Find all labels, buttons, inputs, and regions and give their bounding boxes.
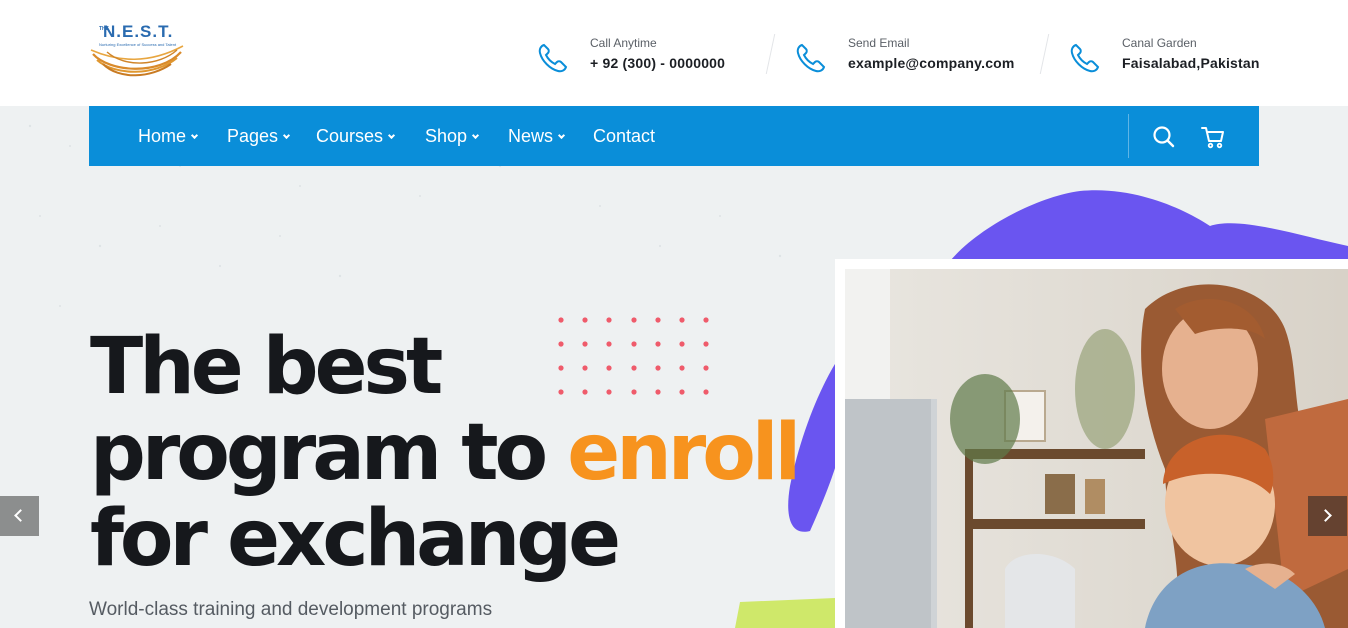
nav-item-home[interactable]: Home xyxy=(138,106,199,166)
hero-subtitle: World-class training and development pro… xyxy=(89,599,493,620)
slider-next-button[interactable] xyxy=(1308,496,1347,536)
nav-item-courses[interactable]: Courses xyxy=(316,106,396,166)
headline-line-1: The best xyxy=(90,322,443,412)
site-header: THE N.E.S.T. Nurturing Excellence of Suc… xyxy=(0,0,1348,106)
search-icon[interactable] xyxy=(1151,124,1177,150)
chevron-left-icon xyxy=(14,509,27,522)
chevron-right-icon xyxy=(1319,509,1332,522)
chevron-down-icon xyxy=(190,131,199,140)
headline-line-2: program to enroll xyxy=(90,408,801,498)
nest-graphic xyxy=(90,45,184,77)
lime-brush-shape xyxy=(735,598,843,628)
nav-item-contact[interactable]: Contact xyxy=(593,106,655,166)
chevron-down-icon xyxy=(387,131,396,140)
hero-headline: The best program to enroll for exchange xyxy=(90,322,801,584)
slider-prev-button[interactable] xyxy=(0,496,39,536)
contact-label: Call Anytime xyxy=(590,36,657,50)
chevron-down-icon xyxy=(283,131,291,140)
divider xyxy=(1039,34,1050,74)
site-logo[interactable]: THE N.E.S.T. Nurturing Excellence of Suc… xyxy=(89,18,185,84)
hero-photo xyxy=(845,269,1348,628)
nav-item-shop[interactable]: Shop xyxy=(425,106,480,166)
phone-icon xyxy=(1070,43,1100,73)
contact-label: Send Email xyxy=(848,36,910,50)
chevron-down-icon xyxy=(557,131,566,140)
logo-text: N.E.S.T. xyxy=(103,22,174,41)
cart-icon[interactable] xyxy=(1200,124,1226,150)
contact-label: Canal Garden xyxy=(1122,36,1197,50)
nav-item-pages[interactable]: Pages xyxy=(227,106,291,166)
hero-photo-illustration xyxy=(845,269,1348,628)
headline-accent: enroll xyxy=(567,408,801,498)
phone-icon xyxy=(796,43,826,73)
headline-line-3: for exchange xyxy=(90,494,621,584)
chevron-down-icon xyxy=(472,131,480,140)
main-nav: Home Pages Courses Shop News Contact xyxy=(89,106,1259,166)
contact-value: + 92 (300) - 0000000 xyxy=(590,55,726,71)
nav-divider xyxy=(1128,114,1129,158)
contact-value: example@company.com xyxy=(848,55,1015,71)
contact-value: Faisalabad,Pakistan xyxy=(1122,55,1260,71)
phone-icon xyxy=(538,43,568,73)
nav-item-news[interactable]: News xyxy=(508,106,566,166)
divider xyxy=(765,34,776,74)
